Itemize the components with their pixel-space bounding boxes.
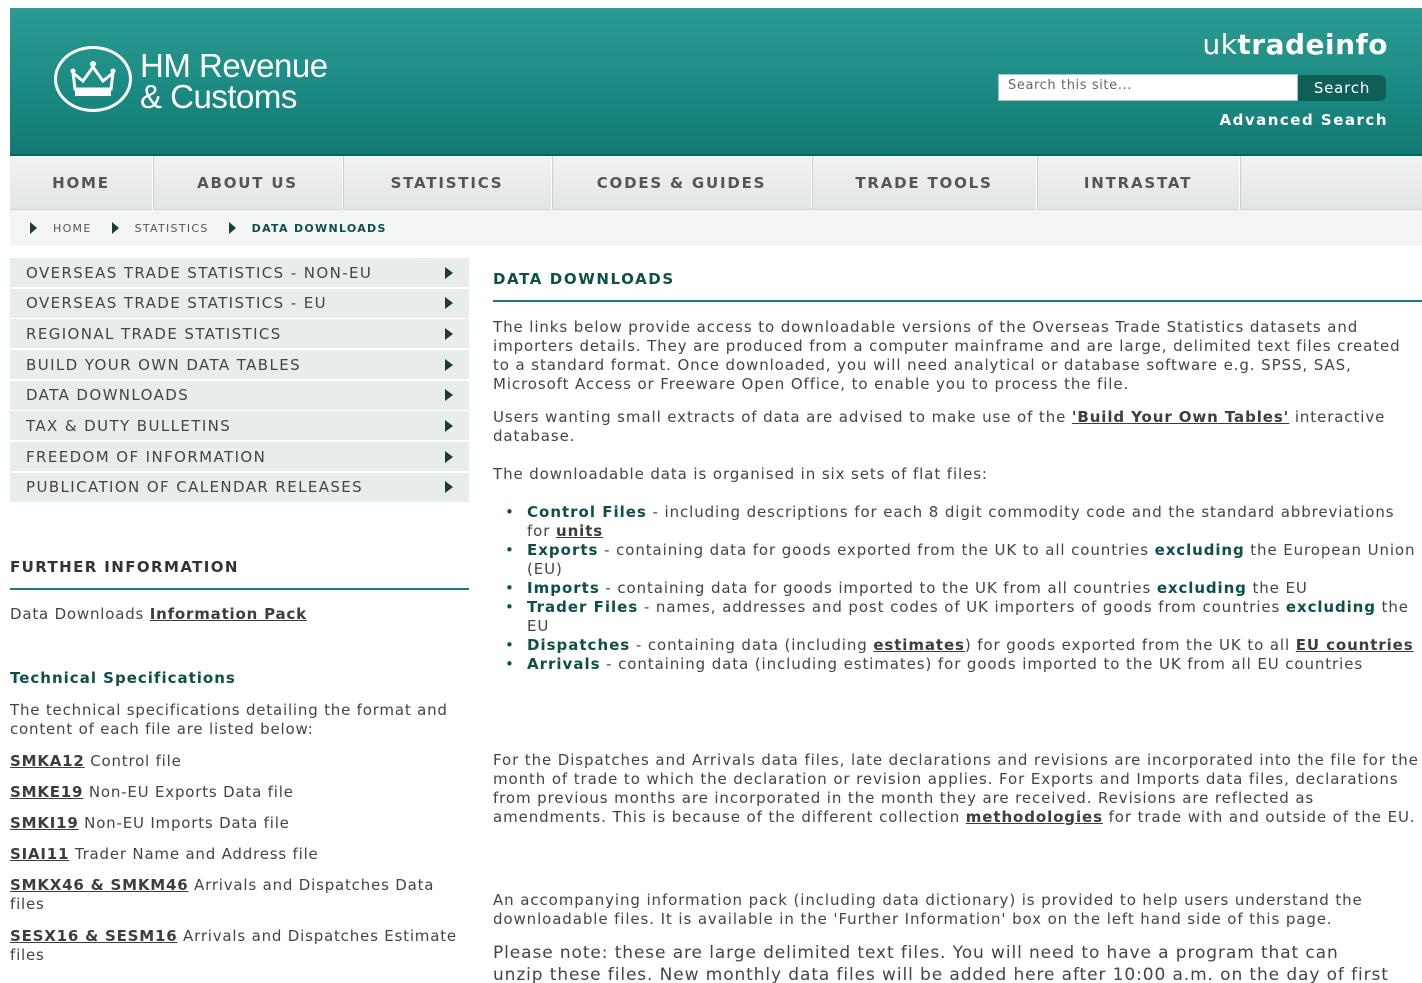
tech-spec-title: Technical Specifications xyxy=(10,669,236,687)
estimates-link[interactable]: estimates xyxy=(873,636,965,654)
menu-item-foi[interactable]: FREEDOM OF INFORMATION xyxy=(10,442,469,473)
revisions-paragraph: For the Dispatches and Arrivals data fil… xyxy=(493,751,1419,826)
note-paragraph: Please note: these are large delimited t… xyxy=(493,943,1389,983)
spec-item: SIAI11 Trader Name and Address file xyxy=(10,845,319,863)
site-name-suffix: tradeinfo xyxy=(1237,28,1388,61)
left-menu: OVERSEAS TRADE STATISTICS - NON-EU OVERS… xyxy=(10,258,469,504)
file-types-list: Control Files - including descriptions f… xyxy=(505,503,1422,674)
arrow-right-icon xyxy=(228,222,236,234)
nav-about-us[interactable]: ABOUT US xyxy=(153,156,343,210)
breadcrumb-statistics[interactable]: STATISTICS xyxy=(111,222,209,235)
arrow-right-icon xyxy=(445,481,453,494)
menu-item-tax-duty[interactable]: TAX & DUTY BULLETINS xyxy=(10,411,469,442)
crown-icon xyxy=(54,46,132,112)
menu-item-calendar[interactable]: PUBLICATION OF CALENDAR RELEASES xyxy=(10,472,469,503)
spec-link-siai11[interactable]: SIAI11 xyxy=(10,845,69,863)
search-button[interactable]: Search xyxy=(1298,75,1386,101)
information-pack-link[interactable]: Information Pack xyxy=(150,605,307,623)
further-information-title: FURTHER INFORMATION xyxy=(10,558,469,590)
spec-item: SMKE19 Non-EU Exports Data file xyxy=(10,783,294,801)
arrow-right-icon xyxy=(445,419,453,432)
nav-trade-tools[interactable]: TRADE TOOLS xyxy=(812,156,1037,210)
further-information-box: FURTHER INFORMATION Data Downloads Infor… xyxy=(10,558,469,623)
tech-spec-description: The technical specifications detailing t… xyxy=(10,701,448,738)
spec-link-smkx46-smkm46[interactable]: SMKX46 & SMKM46 xyxy=(10,876,188,894)
breadcrumb-data-downloads: DATA DOWNLOADS xyxy=(228,222,387,235)
list-item: Imports - containing data for goods impo… xyxy=(505,579,1422,598)
arrow-right-icon xyxy=(445,450,453,463)
methodologies-link[interactable]: methodologies xyxy=(966,808,1103,826)
arrow-right-icon xyxy=(445,327,453,340)
breadcrumb: HOME STATISTICS DATA DOWNLOADS xyxy=(10,210,1422,246)
breadcrumb-home[interactable]: HOME xyxy=(30,222,92,235)
nav-intrastat[interactable]: INTRASTAT xyxy=(1037,156,1240,210)
main-nav: HOME ABOUT US STATISTICS CODES & GUIDES … xyxy=(10,156,1422,210)
site-name-prefix: uk xyxy=(1202,28,1238,61)
spec-link-smki19[interactable]: SMKI19 xyxy=(10,814,79,832)
spec-link-smka12[interactable]: SMKA12 xyxy=(10,752,85,770)
logo-line-1: HM Revenue xyxy=(140,47,328,84)
menu-item-regional[interactable]: REGIONAL TRADE STATISTICS xyxy=(10,319,469,350)
spec-item: SMKI19 Non-EU Imports Data file xyxy=(10,814,290,832)
arrow-right-icon xyxy=(445,358,453,371)
eu-countries-link[interactable]: EU countries xyxy=(1296,636,1414,654)
nav-statistics[interactable]: STATISTICS xyxy=(343,156,552,210)
site-name[interactable]: uktradeinfo xyxy=(1202,28,1388,61)
units-link[interactable]: units xyxy=(556,522,603,540)
advanced-search-link[interactable]: Advanced Search xyxy=(1219,111,1388,129)
list-item: Trader Files - names, addresses and post… xyxy=(505,598,1422,636)
intro-paragraph: The links below provide access to downlo… xyxy=(493,318,1401,393)
site-header: HM Revenue & Customs uktradeinfo Search … xyxy=(10,8,1422,156)
menu-item-data-downloads[interactable]: DATA DOWNLOADS xyxy=(10,380,469,411)
arrow-right-icon xyxy=(30,222,37,234)
list-item: Control Files - including descriptions f… xyxy=(505,503,1422,541)
arrow-right-icon xyxy=(445,297,453,310)
spec-link-smke19[interactable]: SMKE19 xyxy=(10,783,83,801)
logo-line-2: & Customs xyxy=(140,78,297,115)
arrow-right-icon xyxy=(111,222,119,234)
main-content: DATA DOWNLOADS xyxy=(493,270,1422,302)
search-input[interactable]: Search this site... xyxy=(998,74,1298,101)
build-your-own-tables-link[interactable]: 'Build Your Own Tables' xyxy=(1072,408,1289,426)
nav-codes-guides[interactable]: CODES & GUIDES xyxy=(552,156,812,210)
further-information-text: Data Downloads Information Pack xyxy=(10,605,307,623)
menu-item-build-tables[interactable]: BUILD YOUR OWN DATA TABLES xyxy=(10,350,469,381)
spec-item: SMKA12 Control file xyxy=(10,752,182,770)
list-item: Exports - containing data for goods expo… xyxy=(505,541,1422,579)
arrow-right-icon xyxy=(445,266,453,279)
nav-home[interactable]: HOME xyxy=(10,156,153,210)
spec-item: SESX16 & SESM16 Arrivals and Dispatches … xyxy=(10,927,457,964)
sets-paragraph: The downloadable data is organised in si… xyxy=(493,465,988,483)
arrow-right-icon xyxy=(445,389,453,402)
info-pack-paragraph: An accompanying information pack (includ… xyxy=(493,891,1363,928)
list-item: Arrivals - containing data (including es… xyxy=(505,655,1422,674)
page-title: DATA DOWNLOADS xyxy=(493,270,1422,302)
spec-item: SMKX46 & SMKM46 Arrivals and Dispatches … xyxy=(10,876,435,913)
menu-item-eu[interactable]: OVERSEAS TRADE STATISTICS - EU xyxy=(10,288,469,319)
byot-paragraph: Users wanting small extracts of data are… xyxy=(493,408,1386,445)
list-item: Dispatches - containing data (including … xyxy=(505,636,1422,655)
spec-link-sesx16-sesm16[interactable]: SESX16 & SESM16 xyxy=(10,927,177,945)
menu-item-non-eu[interactable]: OVERSEAS TRADE STATISTICS - NON-EU xyxy=(10,258,469,288)
